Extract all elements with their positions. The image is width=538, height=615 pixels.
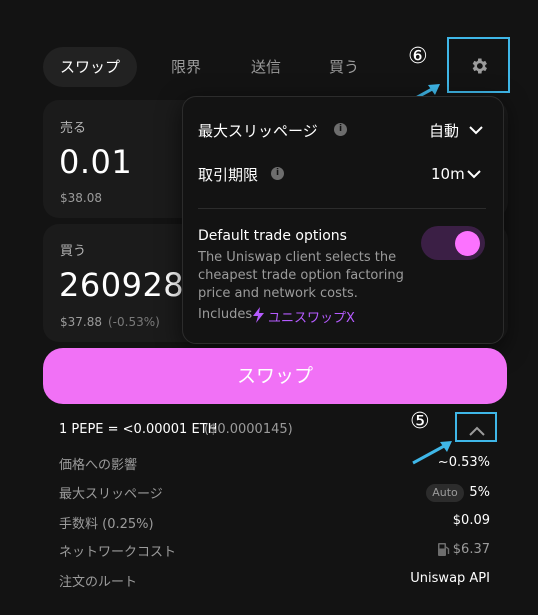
max-slippage-select[interactable]: 自動 — [429, 120, 485, 140]
sell-usd-value: $38.08 — [60, 191, 102, 205]
info-icon[interactable]: i — [271, 167, 284, 180]
swap-button[interactable]: スワップ — [43, 348, 507, 404]
tab-send[interactable]: 送信 — [240, 47, 292, 87]
max-slippage-value: 自動 — [429, 122, 460, 140]
uniswapx-link[interactable]: ユニスワップX — [268, 307, 355, 326]
default-trade-title: Default trade options — [198, 228, 347, 244]
max-slippage-detail-value: 5% — [469, 485, 490, 500]
deadline-value: 10m — [431, 165, 465, 183]
info-icon[interactable]: i — [334, 123, 347, 136]
fee-label: 手数料 (0.25%) — [59, 517, 154, 532]
popover-divider — [198, 208, 486, 209]
buy-label: 買う — [60, 244, 87, 259]
tab-swap[interactable]: スワップ — [43, 47, 137, 87]
exchange-rate: 1 PEPE = <0.00001 ETH — [59, 422, 218, 437]
deadline-select[interactable]: 10m — [431, 164, 485, 184]
tab-buy[interactable]: 買う — [318, 47, 370, 87]
fee-value: $0.09 — [452, 513, 490, 528]
includes-label: Includes — [198, 307, 253, 322]
gear-icon[interactable] — [469, 56, 489, 76]
order-route-label: 注文のルート — [59, 575, 138, 590]
chevron-down-icon — [467, 170, 481, 179]
order-route-value: Uniswap API — [410, 571, 490, 586]
callout-settings: ⑥ — [408, 44, 428, 69]
price-impact-label: 価格への影響 — [59, 458, 138, 473]
default-trade-description: The Uniswap client selects the cheapest … — [198, 250, 404, 301]
buy-usd-value: $37.88 — [60, 315, 102, 329]
max-slippage-detail-label: 最大スリッページ — [59, 487, 163, 502]
chevron-down-icon — [469, 126, 483, 135]
sell-amount-input[interactable]: 0.01 — [59, 143, 132, 181]
network-cost-label: ネットワークコスト — [59, 545, 177, 560]
buy-price-change: (-0.53%) — [108, 315, 160, 329]
max-slippage-label: 最大スリッページ — [198, 122, 318, 140]
buy-amount-input[interactable]: 260928 — [59, 266, 184, 304]
chevron-up-icon[interactable] — [469, 421, 485, 436]
tab-limit[interactable]: 限界 — [160, 47, 212, 87]
lightning-icon — [253, 307, 264, 323]
callout-details: ⑤ — [410, 409, 430, 434]
exchange-rate-usd: ($0.0000145) — [204, 422, 293, 437]
deadline-label: 取引期限 — [198, 166, 259, 184]
sell-label: 売る — [60, 121, 87, 136]
price-impact-value: ~0.53% — [437, 455, 490, 470]
toggle-knob — [455, 231, 480, 256]
network-cost-value: $6.37 — [452, 542, 490, 557]
